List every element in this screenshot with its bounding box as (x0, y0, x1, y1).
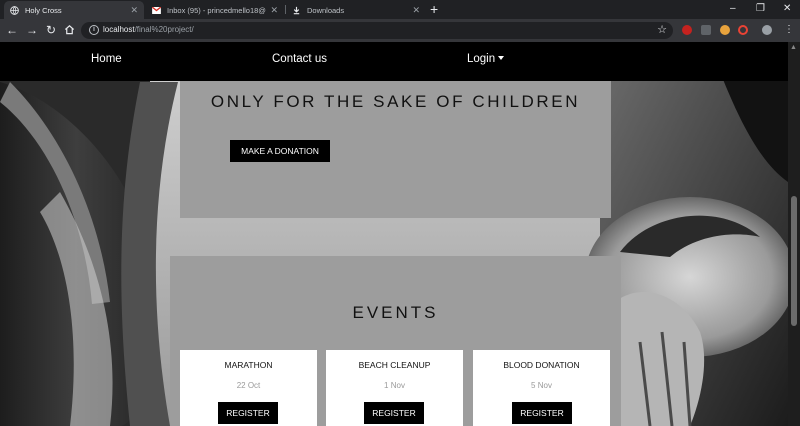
event-name: BEACH CLEANUP (358, 360, 431, 370)
register-button[interactable]: REGISTER (512, 402, 572, 424)
events-title: EVENTS (352, 303, 439, 322)
hero-title: ONLY FOR THE SAKE OF CHILDREN (210, 92, 581, 111)
new-tab-button[interactable]: + (430, 2, 438, 16)
page-viewport: Home Contact us Login ONLY FOR THE SAKE … (0, 42, 788, 426)
tab-inbox[interactable]: Inbox (95) - princedmello18@gm ✕ (146, 1, 284, 19)
window-close-button[interactable]: ✕ (783, 2, 791, 16)
menu-dots-icon[interactable]: ⋮ (782, 22, 796, 38)
browser-tabstrip: Holy Cross ✕ Inbox (95) - princedmello18… (0, 0, 800, 19)
bookmark-star-icon[interactable]: ☆ (657, 23, 667, 36)
s-extension-icon[interactable] (701, 25, 711, 35)
record-extension-icon[interactable] (738, 25, 748, 35)
forward-arrow-icon[interactable]: → (25, 22, 39, 38)
tab-title: Holy Cross (25, 5, 62, 15)
event-card-blood-donation: BLOOD DONATION 5 Nov REGISTER (473, 350, 610, 426)
event-date: 5 Nov (531, 381, 552, 390)
tab-title: Downloads (307, 5, 345, 15)
event-card-beach-cleanup: BEACH CLEANUP 1 Nov REGISTER (326, 350, 463, 426)
event-name: MARATHON (224, 360, 273, 370)
caret-down-icon (498, 56, 505, 60)
event-name: BLOOD DONATION (503, 360, 580, 370)
event-card-marathon: MARATHON 22 Oct REGISTER (180, 350, 317, 426)
page-scrollbar[interactable]: ▲ (788, 42, 800, 426)
tab-title: Inbox (95) - princedmello18@gm (167, 5, 267, 15)
site-navbar: Home Contact us Login (0, 42, 788, 81)
ublock-extension-icon[interactable] (682, 25, 692, 35)
register-button[interactable]: REGISTER (218, 402, 278, 424)
download-icon (292, 6, 301, 15)
login-label: Login (467, 53, 496, 65)
info-icon[interactable]: i (89, 25, 99, 35)
restore-button[interactable]: ❐ (756, 2, 765, 16)
close-tab-icon[interactable]: ✕ (412, 5, 420, 16)
event-date: 22 Oct (236, 381, 261, 390)
minimize-button[interactable]: – (730, 2, 736, 16)
close-tab-icon[interactable]: ✕ (270, 5, 278, 16)
reload-icon[interactable]: ↻ (44, 22, 58, 38)
gmail-icon (152, 6, 161, 15)
register-button[interactable]: REGISTER (364, 402, 424, 424)
nav-login-dropdown[interactable]: Login (467, 53, 505, 65)
events-section: EVENTS MARATHON 22 Oct REGISTER BEACH CL… (170, 256, 621, 426)
scroll-thumb[interactable] (791, 196, 797, 326)
home-icon[interactable] (62, 22, 76, 38)
address-bar[interactable]: i localhost/final%20project/ ☆ (81, 22, 673, 39)
nav-contact-link[interactable]: Contact us (272, 53, 327, 65)
hero-panel: ONLY FOR THE SAKE OF CHILDREN MAKE A DON… (180, 81, 611, 218)
back-arrow-icon[interactable]: ← (5, 22, 19, 38)
url-text: localhost/final%20project/ (103, 25, 194, 34)
profile-avatar-icon[interactable] (762, 25, 772, 35)
scroll-up-arrow-icon[interactable]: ▲ (790, 44, 797, 51)
tab-downloads[interactable]: Downloads ✕ (286, 1, 426, 19)
cookie-extension-icon[interactable] (720, 25, 730, 35)
nav-home-link[interactable]: Home (91, 53, 122, 65)
tab-holy-cross[interactable]: Holy Cross ✕ (4, 1, 144, 19)
make-donation-button[interactable]: MAKE A DONATION (230, 140, 330, 162)
close-tab-icon[interactable]: ✕ (130, 5, 138, 16)
event-date: 1 Nov (384, 381, 405, 390)
browser-toolbar: ← → ↻ i localhost/final%20project/ ☆ ⋮ (0, 19, 800, 42)
globe-icon (10, 5, 19, 15)
